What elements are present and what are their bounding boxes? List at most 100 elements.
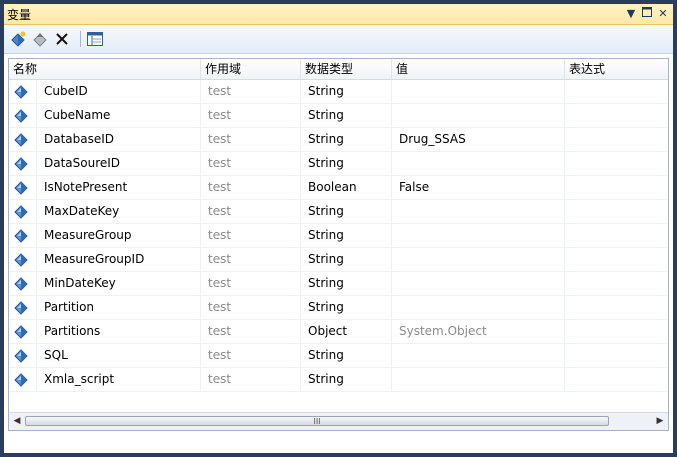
grid-rows: CubeID test String CubeName test String Databa… (9, 80, 668, 392)
variable-name[interactable]: CubeName (37, 104, 201, 127)
variable-expression[interactable] (565, 224, 668, 247)
variable-scope[interactable]: test (201, 104, 301, 127)
variable-type[interactable]: Object (301, 320, 392, 343)
variable-value[interactable] (392, 200, 565, 223)
variable-name[interactable]: Partition (37, 296, 201, 319)
variable-name[interactable]: IsNotePresent (37, 176, 201, 199)
table-row[interactable]: MeasureGroupID test String (9, 248, 668, 272)
variable-scope[interactable]: test (201, 152, 301, 175)
scroll-left-icon[interactable]: ◀ (11, 415, 23, 427)
panel-titlebar[interactable]: 变量 ▼ ✕ (4, 4, 673, 25)
table-row[interactable]: CubeID test String (9, 80, 668, 104)
variable-type[interactable]: String (301, 200, 392, 223)
scrollbar-thumb[interactable]: III (25, 416, 609, 426)
panel-title: 变量 (7, 8, 32, 22)
variable-type[interactable]: String (301, 296, 392, 319)
variable-value[interactable] (392, 296, 565, 319)
variable-scope[interactable]: test (201, 224, 301, 247)
variable-type[interactable]: String (301, 272, 392, 295)
variable-expression[interactable] (565, 104, 668, 127)
variable-name[interactable]: Partitions (37, 320, 201, 343)
variable-icon (9, 128, 37, 151)
column-header-expression[interactable]: 表达式 (565, 59, 668, 79)
variable-value[interactable] (392, 344, 565, 367)
table-row[interactable]: MinDateKey test String (9, 272, 668, 296)
variable-value[interactable] (392, 272, 565, 295)
add-variable-icon[interactable] (9, 30, 27, 48)
variable-expression[interactable] (565, 296, 668, 319)
column-header-type[interactable]: 数据类型 (301, 59, 392, 79)
variable-type[interactable]: String (301, 128, 392, 151)
variable-expression[interactable] (565, 200, 668, 223)
variable-name[interactable]: SQL (37, 344, 201, 367)
table-row[interactable]: IsNotePresent test Boolean False (9, 176, 668, 200)
variable-scope[interactable]: test (201, 80, 301, 103)
variable-name[interactable]: MinDateKey (37, 272, 201, 295)
variable-value[interactable]: Drug_SSAS (392, 128, 565, 151)
variable-expression[interactable] (565, 128, 668, 151)
variable-expression[interactable] (565, 152, 668, 175)
dropdown-icon[interactable]: ▼ (624, 7, 638, 21)
variable-type[interactable]: String (301, 224, 392, 247)
variable-type[interactable]: String (301, 344, 392, 367)
variable-type[interactable]: String (301, 152, 392, 175)
variable-scope[interactable]: test (201, 296, 301, 319)
variable-expression[interactable] (565, 80, 668, 103)
table-row[interactable]: MaxDateKey test String (9, 200, 668, 224)
column-header-scope[interactable]: 作用域 (201, 59, 301, 79)
maximize-icon[interactable] (640, 7, 654, 21)
variable-expression[interactable] (565, 272, 668, 295)
variable-type[interactable]: String (301, 248, 392, 271)
variable-type[interactable]: Boolean (301, 176, 392, 199)
table-row[interactable]: Xmla_script test String (9, 368, 668, 392)
variable-value[interactable]: System.Object (392, 320, 565, 343)
variable-name[interactable]: CubeID (37, 80, 201, 103)
variable-value[interactable] (392, 368, 565, 391)
variable-icon (9, 224, 37, 247)
window-frame: 变量 ▼ ✕ 名称 作用域 数据类型 值 表达式 CubeID test Str… (0, 0, 677, 457)
variable-scope[interactable]: test (201, 344, 301, 367)
variable-expression[interactable] (565, 176, 668, 199)
variable-value[interactable] (392, 248, 565, 271)
variable-value[interactable] (392, 224, 565, 247)
grid-options-icon[interactable] (86, 30, 104, 48)
variable-value[interactable]: False (392, 176, 565, 199)
variable-name[interactable]: MeasureGroupID (37, 248, 201, 271)
variable-name[interactable]: DatabaseID (37, 128, 201, 151)
table-row[interactable]: DatabaseID test String Drug_SSAS (9, 128, 668, 152)
column-header-value[interactable]: 值 (392, 59, 565, 79)
variable-value[interactable] (392, 152, 565, 175)
horizontal-scrollbar[interactable]: ◀ III ▶ (9, 412, 668, 430)
variable-name[interactable]: MeasureGroup (37, 224, 201, 247)
variable-value[interactable] (392, 104, 565, 127)
variable-name[interactable]: Xmla_script (37, 368, 201, 391)
variable-expression[interactable] (565, 320, 668, 343)
variable-name[interactable]: DataSoureID (37, 152, 201, 175)
variable-scope[interactable]: test (201, 176, 301, 199)
table-row[interactable]: CubeName test String (9, 104, 668, 128)
variable-type[interactable]: String (301, 368, 392, 391)
variable-scope[interactable]: test (201, 320, 301, 343)
variable-scope[interactable]: test (201, 128, 301, 151)
scroll-right-icon[interactable]: ▶ (654, 415, 666, 427)
variable-scope[interactable]: test (201, 248, 301, 271)
table-row[interactable]: Partition test String (9, 296, 668, 320)
close-icon[interactable]: ✕ (656, 7, 670, 21)
table-row[interactable]: MeasureGroup test String (9, 224, 668, 248)
table-row[interactable]: Partitions test Object System.Object (9, 320, 668, 344)
move-variable-icon[interactable] (31, 30, 49, 48)
variable-name[interactable]: MaxDateKey (37, 200, 201, 223)
variable-scope[interactable]: test (201, 200, 301, 223)
variable-expression[interactable] (565, 248, 668, 271)
variable-expression[interactable] (565, 368, 668, 391)
table-row[interactable]: DataSoureID test String (9, 152, 668, 176)
table-row[interactable]: SQL test String (9, 344, 668, 368)
variable-scope[interactable]: test (201, 272, 301, 295)
variable-expression[interactable] (565, 344, 668, 367)
variable-type[interactable]: String (301, 80, 392, 103)
column-header-name[interactable]: 名称 (9, 59, 201, 79)
variable-scope[interactable]: test (201, 368, 301, 391)
variable-value[interactable] (392, 80, 565, 103)
delete-variable-icon[interactable] (53, 30, 71, 48)
variable-type[interactable]: String (301, 104, 392, 127)
